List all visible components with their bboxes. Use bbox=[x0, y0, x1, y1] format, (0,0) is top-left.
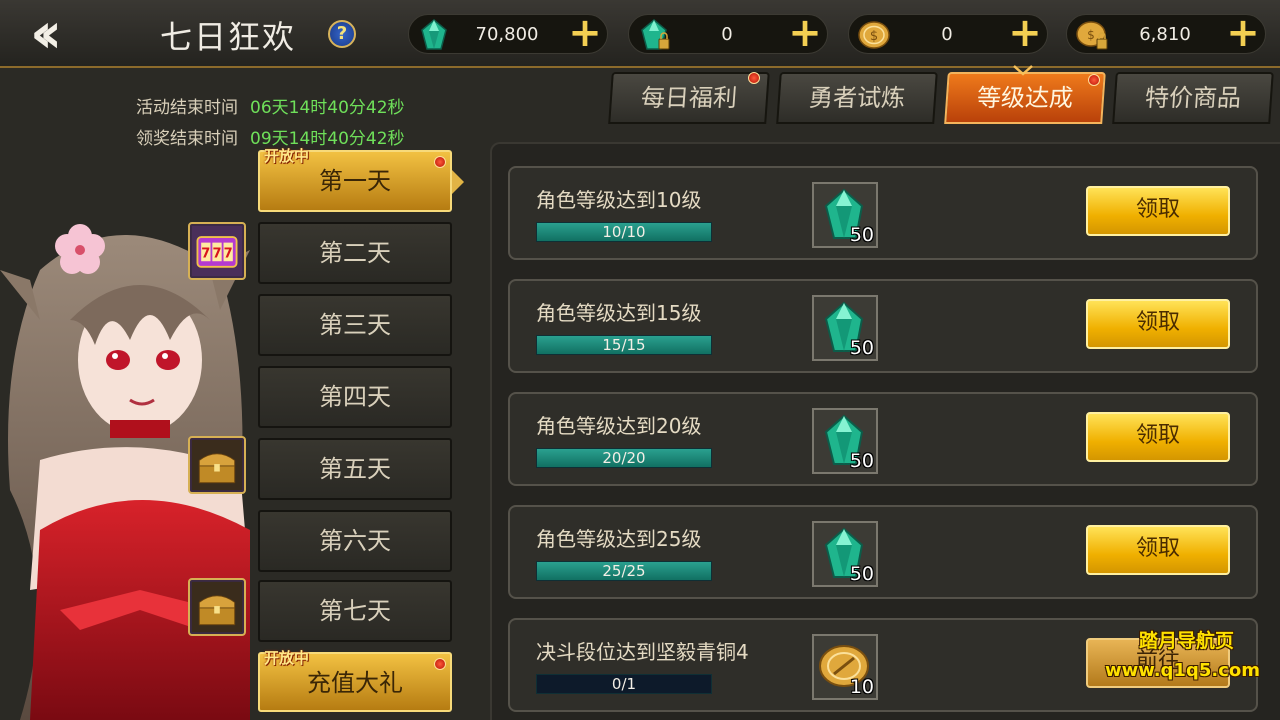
activity-end-label: 活动结束时间 bbox=[136, 98, 238, 118]
task-reward-qty: 50 bbox=[849, 450, 874, 472]
claim-button[interactable]: 领取 bbox=[1086, 525, 1230, 575]
coin-icon: $ bbox=[858, 21, 890, 49]
task-title: 决斗段位达到坚毅青铜4 bbox=[536, 640, 749, 664]
svg-text:$: $ bbox=[1087, 28, 1095, 42]
task-progress-bar: 20/20 bbox=[536, 448, 712, 468]
currency-coin: $ 0 + bbox=[848, 13, 1048, 54]
tab-daily-welfare[interactable]: 每日福利 bbox=[608, 72, 770, 124]
task-reward-qty: 10 bbox=[849, 676, 874, 698]
day-tab-2[interactable]: 第二天 bbox=[258, 222, 452, 284]
task-progress-bar: 25/25 bbox=[536, 561, 712, 581]
task-reward-slot[interactable]: 10 bbox=[812, 634, 878, 700]
task-progress-text: 25/25 bbox=[602, 562, 646, 580]
day-3-label: 第三天 bbox=[319, 311, 391, 339]
activity-end-row: 活动结束时间 06天14时40分42秒 bbox=[136, 93, 405, 118]
add-bound-coin-plus-icon[interactable]: + bbox=[1225, 13, 1261, 53]
day-1-open-badge: 开放中 bbox=[264, 147, 310, 165]
currency-diamond: 70,800 + bbox=[408, 13, 608, 54]
task-progress-text: 10/10 bbox=[602, 223, 646, 241]
locked-coin-icon: $ bbox=[1076, 21, 1108, 50]
tab-daily-welfare-dot bbox=[748, 72, 760, 84]
tab-level-achieve-dot bbox=[1088, 74, 1100, 86]
day-1-label: 第一天 bbox=[319, 167, 391, 195]
task-card: 角色等级达到10级 10/10 50 领取 bbox=[508, 166, 1258, 260]
tab-hero-trial[interactable]: 勇者试炼 bbox=[776, 72, 938, 124]
task-reward-slot[interactable]: 50 bbox=[812, 408, 878, 474]
reward-end-label: 领奖结束时间 bbox=[136, 129, 238, 149]
currency-bound-diamond: 0 + bbox=[628, 13, 828, 54]
day-4-label: 第四天 bbox=[319, 383, 391, 411]
task-title: 角色等级达到20级 bbox=[536, 414, 702, 438]
day-1-notification-dot bbox=[434, 156, 446, 168]
task-progress-bar: 0/1 bbox=[536, 674, 712, 694]
task-reward-slot[interactable]: 50 bbox=[812, 295, 878, 361]
slot-machine-reward-icon[interactable]: 7 7 7 bbox=[188, 222, 246, 280]
add-bound-diamond-plus-icon[interactable]: + bbox=[787, 13, 823, 53]
svg-text:7: 7 bbox=[224, 247, 233, 262]
currency-diamond-value: 70,800 bbox=[475, 24, 539, 45]
add-coin-plus-icon[interactable]: + bbox=[1007, 13, 1043, 53]
task-card: 角色等级达到15级 15/15 50 领取 bbox=[508, 279, 1258, 373]
tab-special-offer-label: 特价商品 bbox=[1144, 84, 1242, 112]
tab-level-achieve[interactable]: 等级达成 bbox=[944, 72, 1106, 124]
tab-special-offer[interactable]: 特价商品 bbox=[1112, 72, 1274, 124]
currency-bound-coin: $ 6,810 + bbox=[1066, 13, 1266, 54]
task-title: 角色等级达到15级 bbox=[536, 301, 702, 325]
tab-level-achieve-label: 等级达成 bbox=[976, 84, 1074, 112]
svg-text:7: 7 bbox=[201, 247, 210, 262]
day-7-label: 第七天 bbox=[319, 597, 391, 625]
currency-bound-coin-value: 6,810 bbox=[1139, 24, 1191, 45]
recharge-open-badge: 开放中 bbox=[264, 649, 310, 667]
recharge-gift-tab[interactable]: 开放中 充值大礼 bbox=[258, 649, 452, 712]
treasure-chest-reward-icon[interactable] bbox=[188, 436, 246, 494]
claim-button[interactable]: 领取 bbox=[1086, 412, 1230, 462]
top-bar: ‹‹ 七日狂欢 ? 70,800 + 0 + $ 0 + $ 6,810 + bbox=[0, 0, 1280, 68]
currency-coin-value: 0 bbox=[941, 24, 953, 45]
claim-button[interactable]: 领取 bbox=[1086, 186, 1230, 236]
task-progress-bar: 10/10 bbox=[536, 222, 712, 242]
watermark-title: 踏月导航页 bbox=[1138, 630, 1234, 652]
day-tab-3[interactable]: 第三天 bbox=[258, 294, 452, 356]
page-title: 七日狂欢 bbox=[160, 18, 297, 56]
task-reward-slot[interactable]: 50 bbox=[812, 182, 878, 248]
svg-text:$: $ bbox=[870, 29, 878, 44]
day-tab-4[interactable]: 第四天 bbox=[258, 366, 452, 428]
svg-text:7: 7 bbox=[212, 247, 221, 262]
claim-button[interactable]: 领取 bbox=[1086, 299, 1230, 349]
day-tab-6[interactable]: 第六天 bbox=[258, 510, 452, 572]
day-tab-7[interactable]: 第七天 bbox=[258, 580, 452, 642]
task-title: 角色等级达到10级 bbox=[536, 188, 702, 212]
day-selected-arrow-icon bbox=[452, 170, 464, 194]
task-progress-text: 15/15 bbox=[602, 336, 646, 354]
add-diamond-plus-icon[interactable]: + bbox=[567, 13, 603, 53]
task-reward-slot[interactable]: 50 bbox=[812, 521, 878, 587]
locked-diamond-icon bbox=[641, 19, 670, 50]
activity-end-value: 06天14时40分42秒 bbox=[250, 98, 405, 118]
task-reward-qty: 50 bbox=[849, 563, 874, 585]
tab-active-chevron-icon bbox=[1013, 65, 1033, 76]
recharge-gift-label: 充值大礼 bbox=[307, 669, 403, 697]
task-progress-text: 20/20 bbox=[602, 449, 646, 467]
task-reward-qty: 50 bbox=[849, 337, 874, 359]
task-title: 角色等级达到25级 bbox=[536, 527, 702, 551]
watermark-url: www.q1q5.com bbox=[1104, 660, 1260, 681]
help-icon[interactable]: ? bbox=[328, 20, 356, 48]
task-progress-text: 0/1 bbox=[611, 675, 637, 693]
back-chevron-icon[interactable]: ‹‹ bbox=[30, 6, 102, 62]
task-card: 角色等级达到25级 25/25 50 领取 bbox=[508, 505, 1258, 599]
day-tab-5[interactable]: 第五天 bbox=[258, 438, 452, 500]
recharge-notification-dot bbox=[434, 658, 446, 670]
day-tab-1[interactable]: 开放中 第一天 bbox=[258, 147, 452, 212]
diamond-icon bbox=[421, 19, 447, 50]
currency-bound-diamond-value: 0 bbox=[721, 24, 733, 45]
day-5-label: 第五天 bbox=[319, 455, 391, 483]
tab-hero-trial-label: 勇者试炼 bbox=[808, 84, 906, 112]
tab-daily-welfare-label: 每日福利 bbox=[640, 84, 738, 112]
task-progress-bar: 15/15 bbox=[536, 335, 712, 355]
task-card: 角色等级达到20级 20/20 50 领取 bbox=[508, 392, 1258, 486]
task-reward-qty: 50 bbox=[849, 224, 874, 246]
treasure-chest-reward-icon[interactable] bbox=[188, 578, 246, 636]
day-6-label: 第六天 bbox=[319, 527, 391, 555]
day-2-label: 第二天 bbox=[319, 239, 391, 267]
